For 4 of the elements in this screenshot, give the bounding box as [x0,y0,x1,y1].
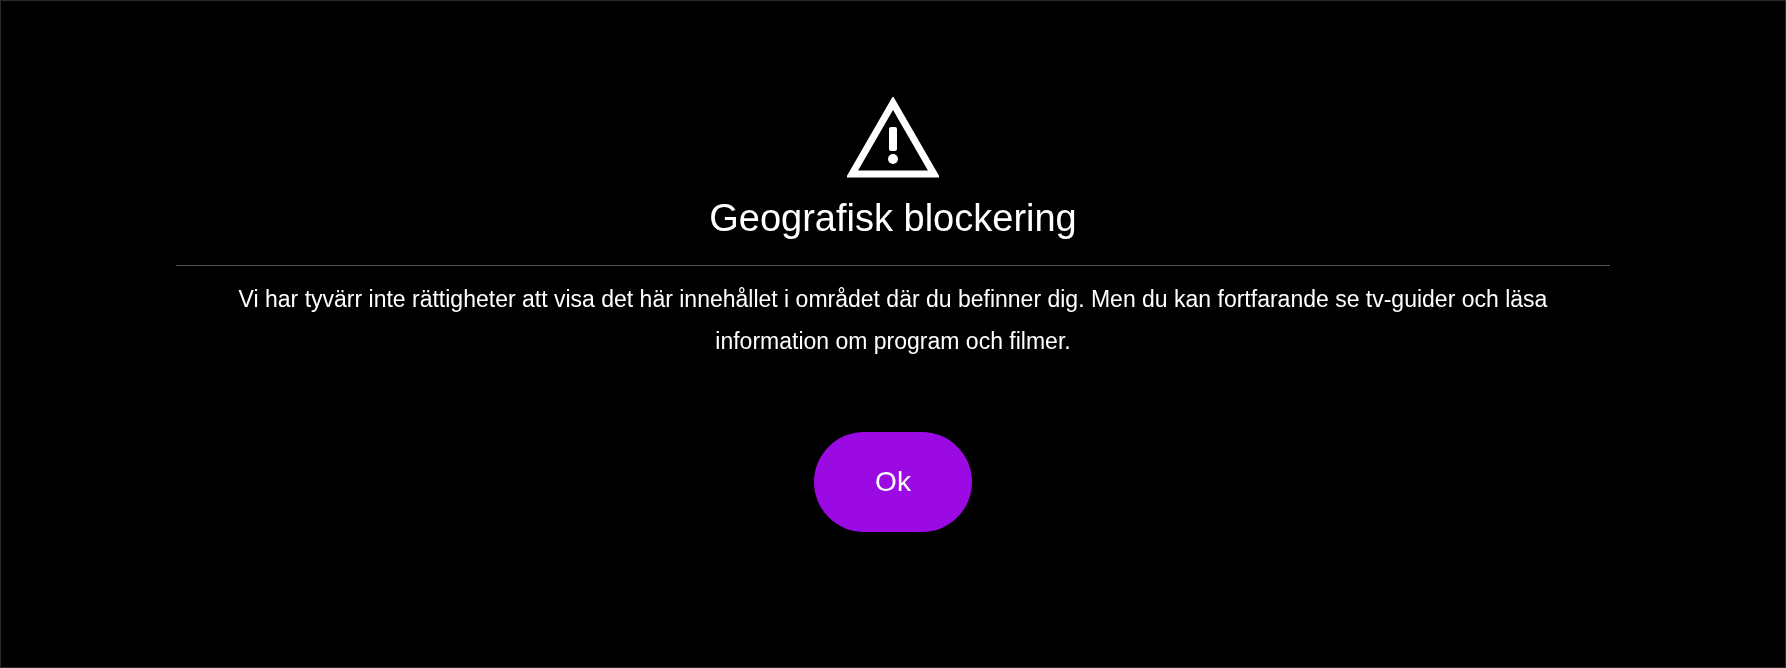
warning-icon [847,97,939,179]
dialog-title: Geografisk blockering [709,196,1077,241]
ok-button[interactable]: Ok [814,432,972,532]
dialog-message: Vi har tyvärr inte rättigheter att visa det här innehållet i området där du befinner dig. Men du kan fortfarande se tv-guider och läsa information om program och filmer. [237,285,1549,356]
